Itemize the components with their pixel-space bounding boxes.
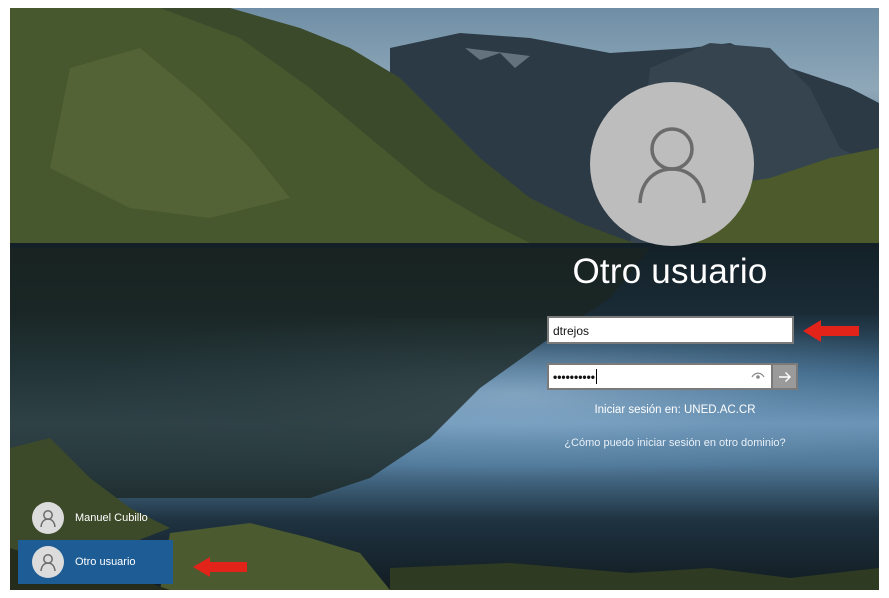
user-tile-label: Manuel Cubillo [75,512,148,524]
red-arrow-icon [193,557,247,577]
user-tile-otro-usuario[interactable]: Otro usuario [18,540,173,584]
avatar [32,546,64,578]
user-silhouette-icon [40,510,56,528]
arrow-right-icon [778,371,791,382]
lock-screen: Otro usuario dtrejos •••••••••• Iniciar … [10,8,879,590]
user-silhouette-icon [638,127,706,204]
username-input[interactable]: dtrejos [547,316,794,344]
red-arrow-icon [803,320,859,342]
sign-in-domain-text: Iniciar sesión en: UNED.AC.CR [594,404,756,416]
password-value: •••••••••• [553,370,596,384]
text-caret [596,369,598,384]
user-silhouette-icon [40,554,56,572]
user-tile-label: Otro usuario [75,556,136,568]
submit-button[interactable] [773,363,798,390]
other-domain-link[interactable]: ¿Cómo puedo iniciar sesión en otro domin… [558,436,792,451]
avatar [32,502,64,534]
user-tile-manuel-cubillo[interactable]: Manuel Cubillo [18,496,173,540]
account-name-heading: Otro usuario [572,252,768,291]
eye-icon[interactable] [751,371,765,381]
user-avatar [590,82,754,246]
password-input[interactable]: •••••••••• [547,363,773,390]
username-value: dtrejos [553,324,590,338]
